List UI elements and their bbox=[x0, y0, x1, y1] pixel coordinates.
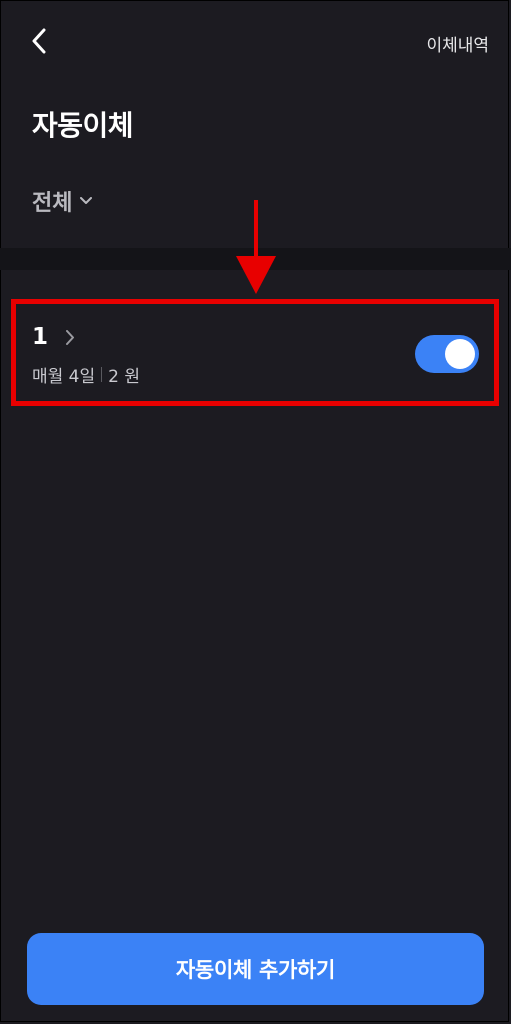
page-title: 자동이체 bbox=[32, 109, 134, 142]
annotation-arrow-icon bbox=[236, 200, 276, 294]
screen-frame bbox=[0, 0, 509, 1022]
transfer-details: 매월 4일 2 원 bbox=[32, 362, 140, 387]
list-item: 1 매월 4일 2 원 bbox=[14, 302, 498, 402]
separator bbox=[101, 367, 103, 382]
transfer-schedule: 매월 4일 bbox=[32, 367, 96, 387]
transfer-amount: 2 원 bbox=[108, 367, 141, 387]
transfer-toggle[interactable] bbox=[415, 335, 479, 373]
chevron-left-icon bbox=[32, 28, 46, 54]
filter-label: 전체 bbox=[32, 191, 73, 216]
chevron-down-icon bbox=[80, 197, 93, 204]
back-button[interactable] bbox=[24, 26, 54, 56]
transfer-item-link[interactable]: 1 bbox=[32, 324, 75, 350]
transfer-history-link[interactable]: 이체내역 bbox=[426, 31, 489, 56]
add-auto-transfer-button[interactable]: 자동이체 추가하기 bbox=[27, 933, 484, 1005]
toggle-knob bbox=[445, 339, 475, 369]
transfer-name: 1 bbox=[32, 324, 49, 350]
chevron-right-icon bbox=[66, 329, 75, 345]
filter-dropdown[interactable]: 전체 bbox=[32, 185, 93, 217]
